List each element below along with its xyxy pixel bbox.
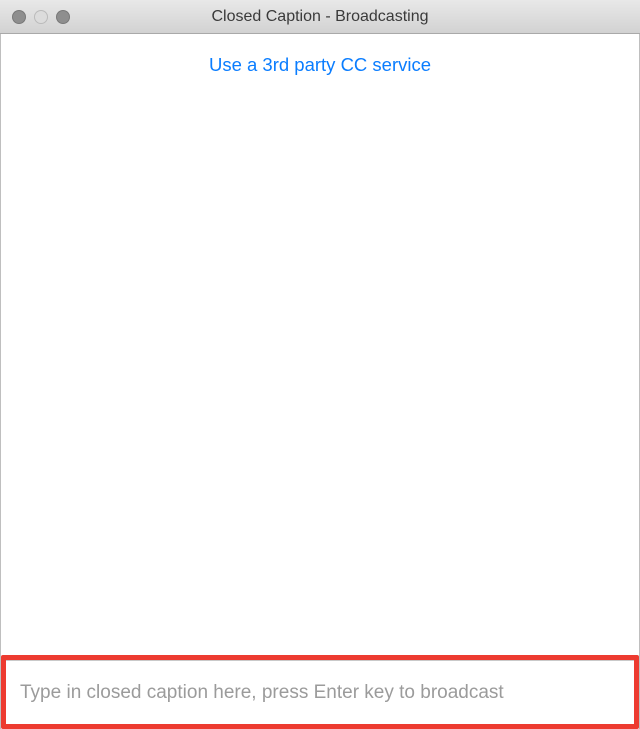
window-controls — [12, 10, 70, 24]
third-party-cc-link[interactable]: Use a 3rd party CC service — [209, 54, 431, 75]
caption-input-highlight — [1, 655, 639, 729]
header-link-row: Use a 3rd party CC service — [1, 34, 639, 84]
close-icon[interactable] — [12, 10, 26, 24]
maximize-icon[interactable] — [56, 10, 70, 24]
caption-display-area — [1, 84, 639, 655]
window-body: Use a 3rd party CC service — [0, 34, 640, 729]
minimize-icon[interactable] — [34, 10, 48, 24]
caption-input[interactable] — [6, 660, 634, 724]
titlebar: Closed Caption - Broadcasting — [0, 0, 640, 34]
window-title: Closed Caption - Broadcasting — [0, 8, 640, 26]
